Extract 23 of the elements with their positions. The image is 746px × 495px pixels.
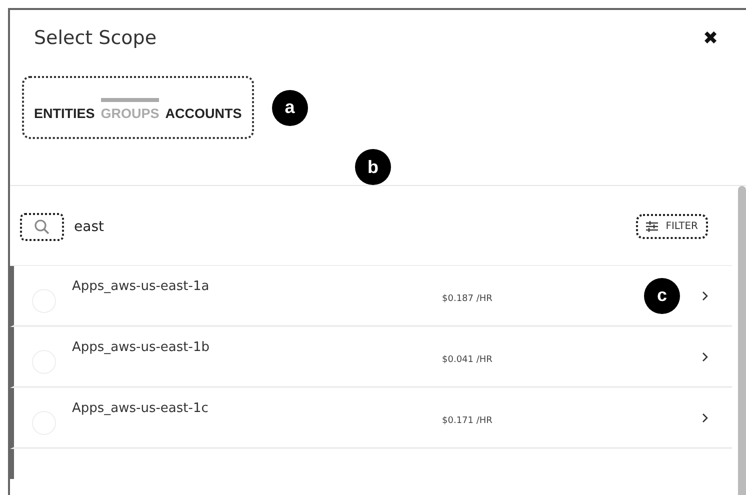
chevron-right-icon[interactable] <box>702 352 708 362</box>
chevron-right-icon[interactable] <box>702 412 708 422</box>
entity-name: Apps_aws-us-east-1a <box>72 279 210 294</box>
dialog-title: Select Scope <box>34 27 157 49</box>
chevron-right-icon[interactable] <box>702 290 708 300</box>
list-row[interactable]: Apps_aws-us-east-1b $0.041 /HR <box>10 327 732 388</box>
cost-rate: $0.171 /HR <box>442 416 494 426</box>
list-row[interactable]: Apps_aws-us-east-1c $0.171 /HR <box>10 388 732 449</box>
close-button[interactable]: ✖ <box>703 27 718 49</box>
entity-name: Apps_aws-us-east-1c <box>72 401 210 416</box>
callout-badge: a <box>272 90 308 126</box>
search-icon[interactable] <box>20 212 64 240</box>
tab[interactable]: ENTITIES <box>34 98 95 121</box>
scrollbar[interactable] <box>738 186 746 495</box>
tab[interactable]: ACCOUNTS <box>165 98 242 121</box>
list-row[interactable]: Apps_aws-us-east-1a $0.187 /HR c <box>10 266 732 327</box>
callout-badge: b <box>355 149 391 185</box>
filter-button[interactable]: FILTER <box>636 214 708 239</box>
cost-rate: $0.187 /HR <box>442 294 494 304</box>
entity-name: Apps_aws-us-east-1b <box>72 340 210 355</box>
sliders-icon <box>646 221 658 232</box>
callout-badge: c <box>644 278 680 314</box>
cost-rate: $0.041 /HR <box>442 354 494 364</box>
